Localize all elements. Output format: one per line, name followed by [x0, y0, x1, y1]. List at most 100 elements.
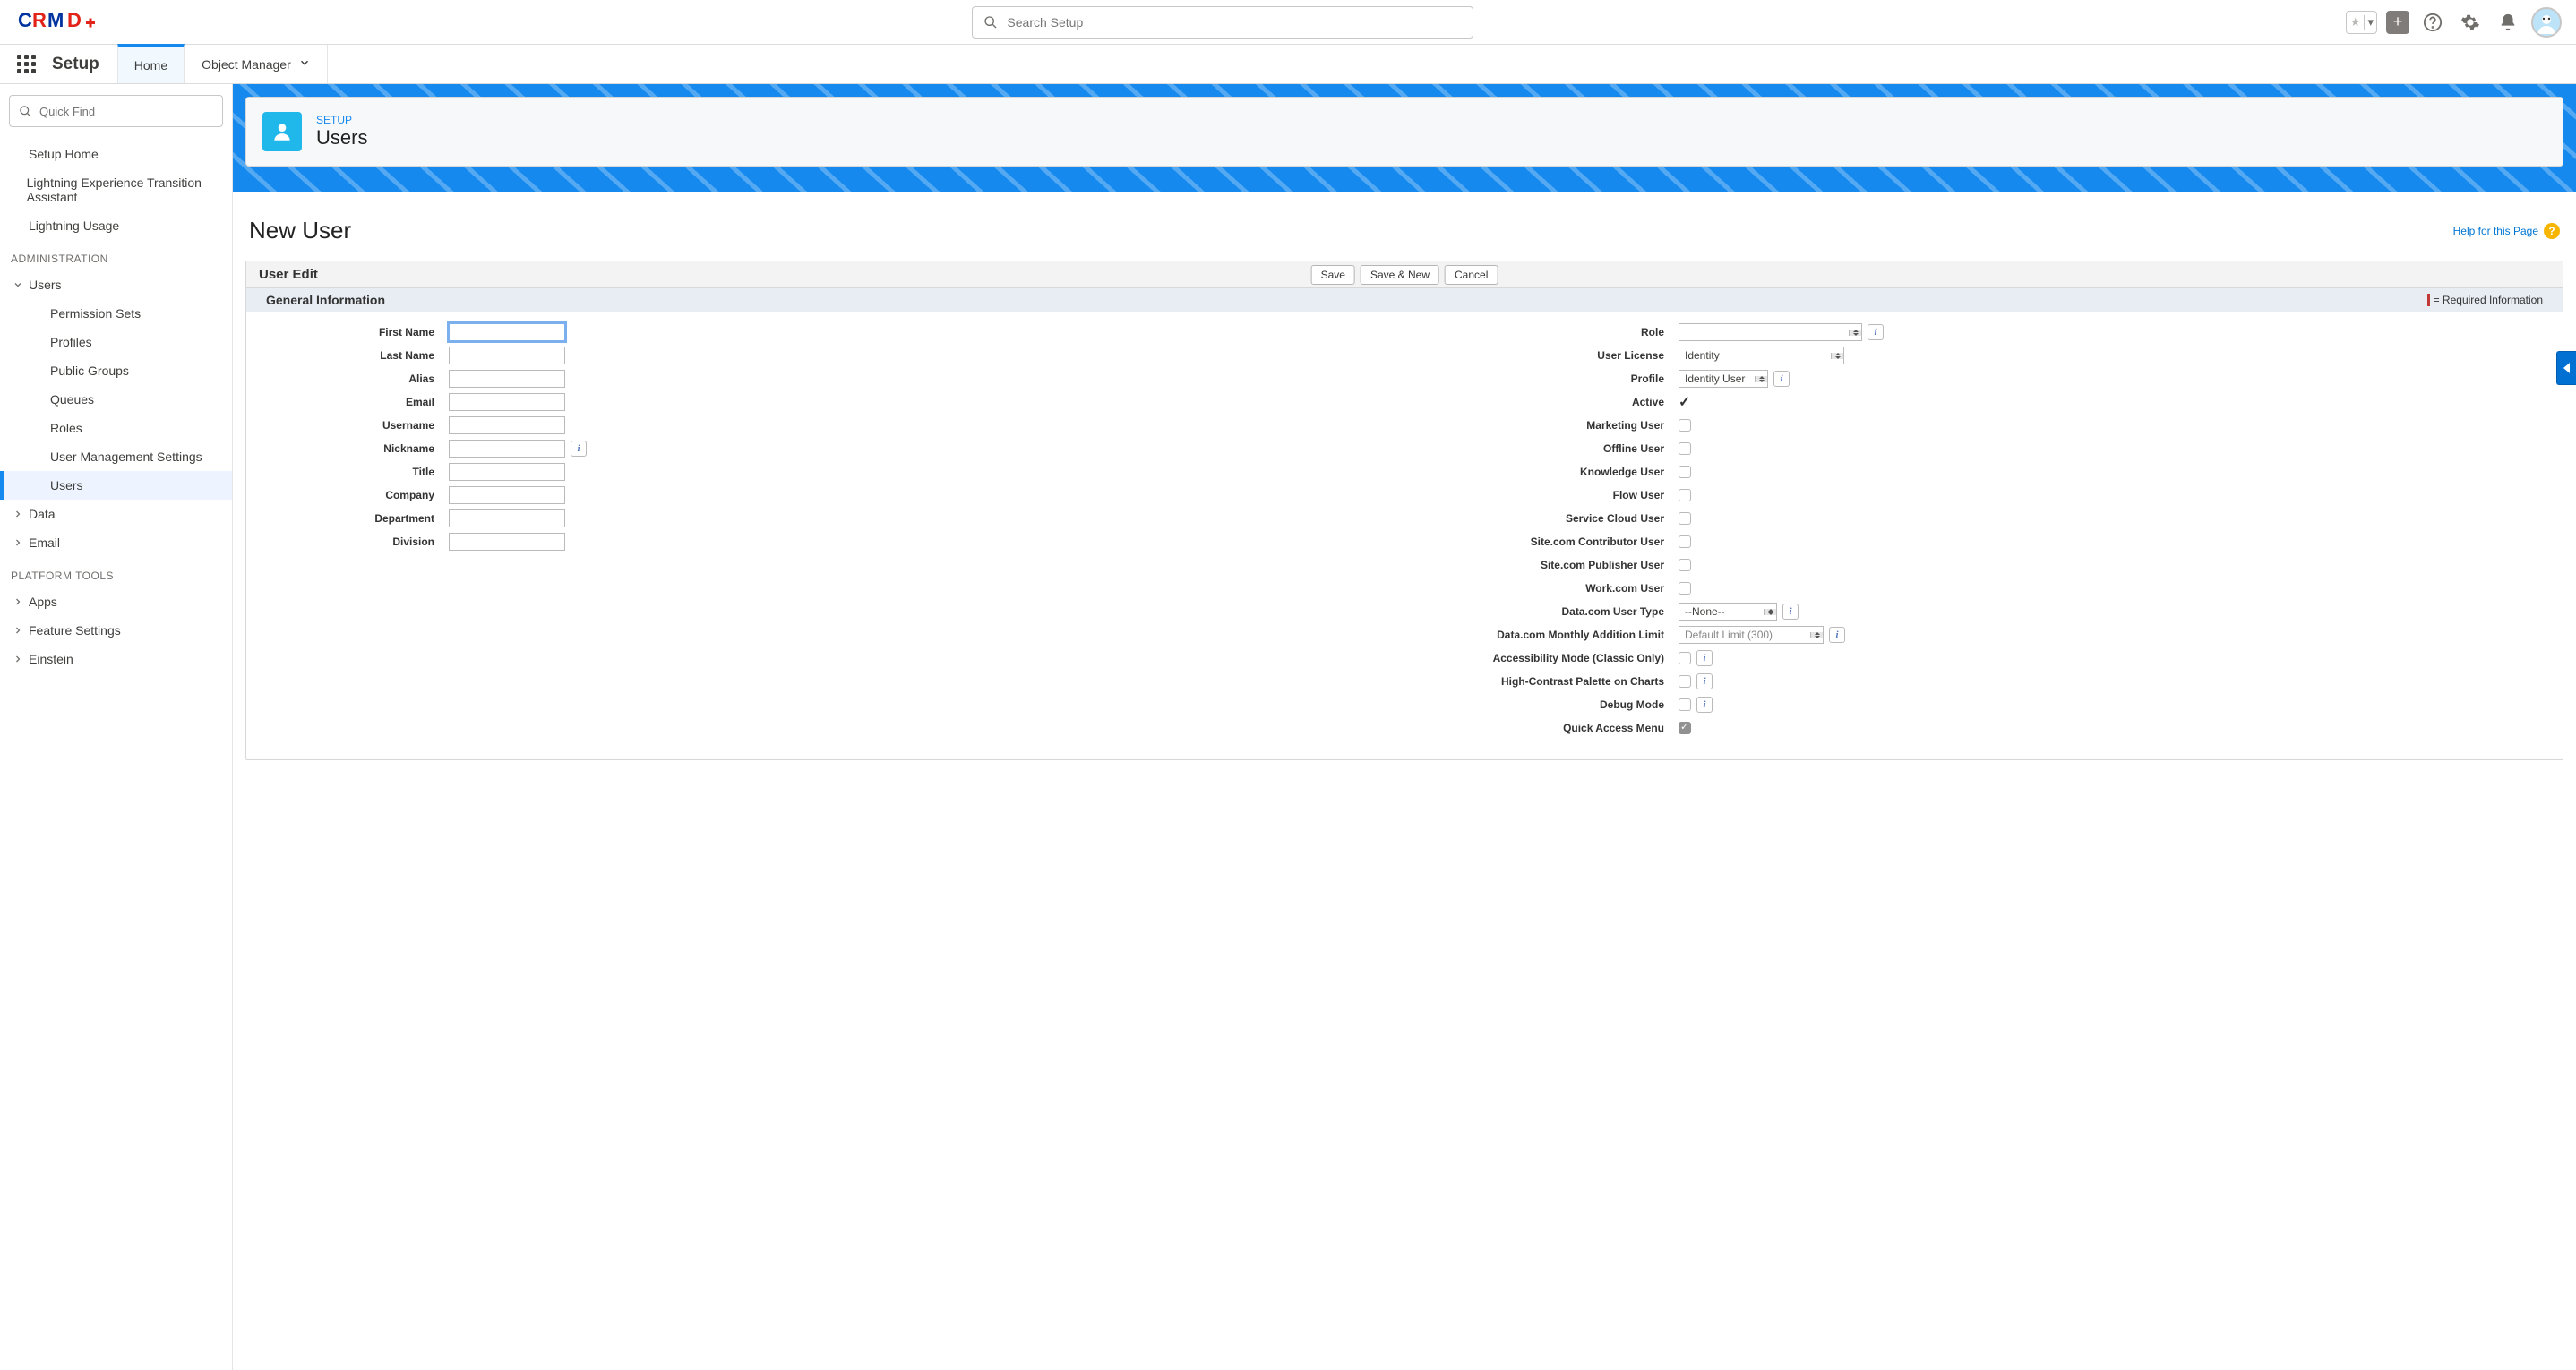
last-name-input[interactable]	[449, 347, 565, 364]
service-cloud-user-checkbox[interactable]	[1679, 512, 1691, 525]
save-and-new-button[interactable]: Save & New	[1361, 265, 1439, 285]
field-label: First Name	[264, 326, 443, 338]
field-label: Data.com Monthly Addition Limit	[1404, 629, 1673, 641]
gear-icon	[2460, 13, 2480, 32]
work-com-user-checkbox[interactable]	[1679, 582, 1691, 595]
info-icon[interactable]: i	[1696, 697, 1713, 713]
global-actions-button[interactable]: +	[2386, 11, 2409, 34]
chevron-icon	[11, 279, 25, 290]
info-icon[interactable]: i	[1696, 650, 1713, 666]
sidebar-subitem-permission-sets[interactable]: Permission Sets	[0, 299, 232, 328]
svg-text:D: D	[67, 9, 82, 31]
sidebar-item-lightning-experience-transition-assistant[interactable]: Lightning Experience Transition Assistan…	[0, 168, 232, 211]
select-arrows-icon	[1810, 632, 1823, 638]
accessibility-mode-classic-only--checkbox[interactable]	[1679, 652, 1691, 664]
header-band: SETUP Users	[233, 84, 2576, 192]
save-button[interactable]: Save	[1311, 265, 1355, 285]
sidebar-subitem-users[interactable]: Users	[0, 471, 232, 500]
info-icon[interactable]: i	[1782, 604, 1799, 620]
section-title: New User	[249, 217, 351, 244]
chevron-icon	[11, 625, 25, 636]
high-contrast-palette-on-charts-checkbox[interactable]	[1679, 675, 1691, 688]
field-label: Site.com Contributor User	[1404, 535, 1673, 548]
tab-object-manager[interactable]: Object Manager	[185, 45, 328, 83]
knowledge-user-checkbox[interactable]	[1679, 466, 1691, 478]
sidebar-item-apps[interactable]: Apps	[0, 587, 232, 616]
first-name-input[interactable]	[449, 323, 565, 341]
field-label: Company	[264, 489, 443, 501]
sidebar-subitem-roles[interactable]: Roles	[0, 414, 232, 442]
debug-mode-checkbox[interactable]	[1679, 698, 1691, 711]
marketing-user-checkbox[interactable]	[1679, 419, 1691, 432]
sidebar-item-setup-home[interactable]: Setup Home	[0, 140, 232, 168]
star-icon: ★	[2347, 15, 2365, 30]
info-icon[interactable]: i	[571, 441, 587, 457]
expand-panel-button[interactable]	[2556, 351, 2576, 385]
help-icon: ?	[2544, 223, 2560, 239]
flow-user-checkbox[interactable]	[1679, 489, 1691, 501]
quick-find[interactable]	[9, 95, 223, 127]
field-label: Username	[264, 419, 443, 432]
tab-home[interactable]: Home	[117, 44, 185, 83]
tab-label: Object Manager	[202, 57, 291, 72]
sidebar-item-data[interactable]: Data	[0, 500, 232, 528]
department-input[interactable]	[449, 509, 565, 527]
setup-gear-button[interactable]	[2456, 8, 2485, 37]
breadcrumb: SETUP	[316, 114, 367, 126]
select-arrows-icon	[1831, 353, 1843, 359]
sidebar-item-feature-settings[interactable]: Feature Settings	[0, 616, 232, 645]
offline-user-checkbox[interactable]	[1679, 442, 1691, 455]
site-com-publisher-user-checkbox[interactable]	[1679, 559, 1691, 571]
info-icon[interactable]: i	[1868, 324, 1884, 340]
sidebar-item-email[interactable]: Email	[0, 528, 232, 557]
role-select[interactable]	[1679, 323, 1862, 341]
sidebar-item-einstein[interactable]: Einstein	[0, 645, 232, 673]
sidebar-item-users[interactable]: Users	[0, 270, 232, 299]
title-input[interactable]	[449, 463, 565, 481]
search-input[interactable]	[1007, 15, 1462, 30]
chevron-icon	[11, 596, 25, 607]
profile-select[interactable]: Identity User	[1679, 370, 1768, 388]
field-label: Quick Access Menu	[1404, 722, 1673, 734]
email-input[interactable]	[449, 393, 565, 411]
sidebar-subitem-public-groups[interactable]: Public Groups	[0, 356, 232, 385]
alias-input[interactable]	[449, 370, 565, 388]
sidebar-item-lightning-usage[interactable]: Lightning Usage	[0, 211, 232, 240]
favorites-button[interactable]: ★ ▾	[2346, 11, 2377, 34]
app-launcher-button[interactable]	[0, 45, 52, 83]
required-legend: = Required Information	[2427, 294, 2543, 306]
quick-access-menu-checkbox[interactable]	[1679, 722, 1691, 734]
user-avatar[interactable]	[2531, 7, 2562, 38]
select-arrows-icon	[1764, 609, 1776, 615]
notifications-button[interactable]	[2494, 8, 2522, 37]
help-for-page-link[interactable]: Help for this Page ?	[2453, 223, 2560, 239]
data-com-monthly-addition-limit-select: Default Limit (300)	[1679, 626, 1824, 644]
help-button[interactable]	[2418, 8, 2447, 37]
quick-find-input[interactable]	[39, 105, 213, 118]
field-label: Title	[264, 466, 443, 478]
nickname-input[interactable]	[449, 440, 565, 458]
company-input[interactable]	[449, 486, 565, 504]
data-com-user-type-select[interactable]: --None--	[1679, 603, 1777, 621]
username-input[interactable]	[449, 416, 565, 434]
global-search[interactable]	[972, 6, 1473, 39]
info-icon[interactable]: i	[1829, 627, 1845, 643]
chevron-down-icon	[298, 56, 311, 72]
sidebar-subitem-user-management-settings[interactable]: User Management Settings	[0, 442, 232, 471]
info-icon[interactable]: i	[1696, 673, 1713, 689]
card-title: User Edit	[259, 267, 318, 282]
field-label: Site.com Publisher User	[1404, 559, 1673, 571]
info-icon[interactable]: i	[1773, 371, 1790, 387]
sidebar-subitem-profiles[interactable]: Profiles	[0, 328, 232, 356]
field-label: Knowledge User	[1404, 466, 1673, 478]
sidebar-subitem-queues[interactable]: Queues	[0, 385, 232, 414]
user-license-select[interactable]: Identity	[1679, 347, 1844, 364]
site-com-contributor-user-checkbox[interactable]	[1679, 535, 1691, 548]
page-title: Users	[316, 126, 367, 150]
global-header: C R M D ★ ▾ +	[0, 0, 2576, 45]
division-input[interactable]	[449, 533, 565, 551]
chevron-down-icon[interactable]: ▾	[2364, 15, 2376, 30]
svg-text:C: C	[18, 9, 32, 31]
field-label: Accessibility Mode (Classic Only)	[1404, 652, 1673, 664]
cancel-button[interactable]: Cancel	[1445, 265, 1498, 285]
